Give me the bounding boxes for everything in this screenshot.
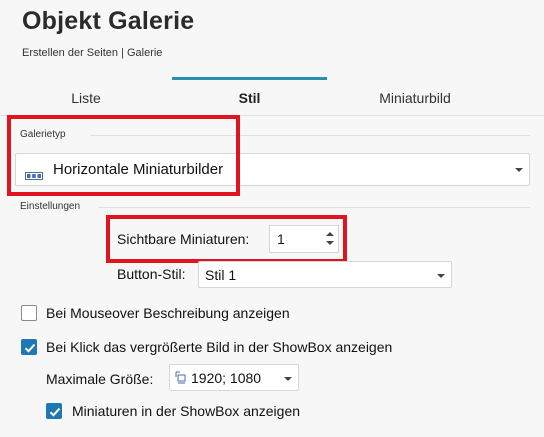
breadcrumb: Erstellen der Seiten | Galerie [22,47,163,59]
page-title: Objekt Galerie [22,7,195,35]
tab-stil[interactable]: Stil [172,80,327,116]
resize-icon [175,371,187,390]
max-size-value: 1920; 1080 [191,370,262,386]
galerietyp-dropdown[interactable]: Horizontale Miniaturbilder [15,153,530,186]
klick-showbox-label: Bei Klick das vergrößerte Bild in der Sh… [46,339,393,355]
max-size-dropdown[interactable]: 1920; 1080 [169,364,299,391]
miniaturen-showbox-label: Miniaturen in der ShowBox anzeigen [72,403,301,419]
mouseover-label: Bei Mouseover Beschreibung anzeigen [46,305,290,321]
stepper-up-icon[interactable] [326,232,334,236]
mouseover-checkbox[interactable] [21,305,37,321]
stepper-down-icon[interactable] [326,241,334,245]
checkmark-icon [49,407,61,417]
klick-showbox-checkbox[interactable] [21,339,37,355]
galerietyp-label: Galerietyp [20,129,66,140]
button-stil-value: Stil 1 [205,267,237,283]
max-size-label: Maximale Größe: [46,371,154,387]
section-divider [90,135,530,136]
active-tab-indicator [172,77,327,80]
chevron-down-icon [437,274,445,278]
button-stil-dropdown[interactable]: Stil 1 [198,261,452,288]
sichtbare-miniaturen-value: 1 [277,231,285,247]
einstellungen-label: Einstellungen [20,201,81,212]
horizontal-thumbnails-icon [25,167,43,185]
sichtbare-miniaturen-label: Sichtbare Miniaturen: [117,231,250,247]
section-divider [98,207,530,208]
tab-bar: Liste Stil Miniaturbild [0,80,544,116]
checkmark-icon [24,343,36,353]
chevron-down-icon [515,168,523,172]
tab-liste[interactable]: Liste [0,80,172,116]
sichtbare-miniaturen-stepper[interactable]: 1 [269,225,339,253]
galerietyp-value: Horizontale Miniaturbilder [53,161,224,178]
miniaturen-showbox-checkbox[interactable] [46,403,62,419]
button-stil-label: Button-Stil: [117,266,186,282]
chevron-down-icon [284,377,292,381]
tab-miniaturbild[interactable]: Miniaturbild [327,80,503,116]
